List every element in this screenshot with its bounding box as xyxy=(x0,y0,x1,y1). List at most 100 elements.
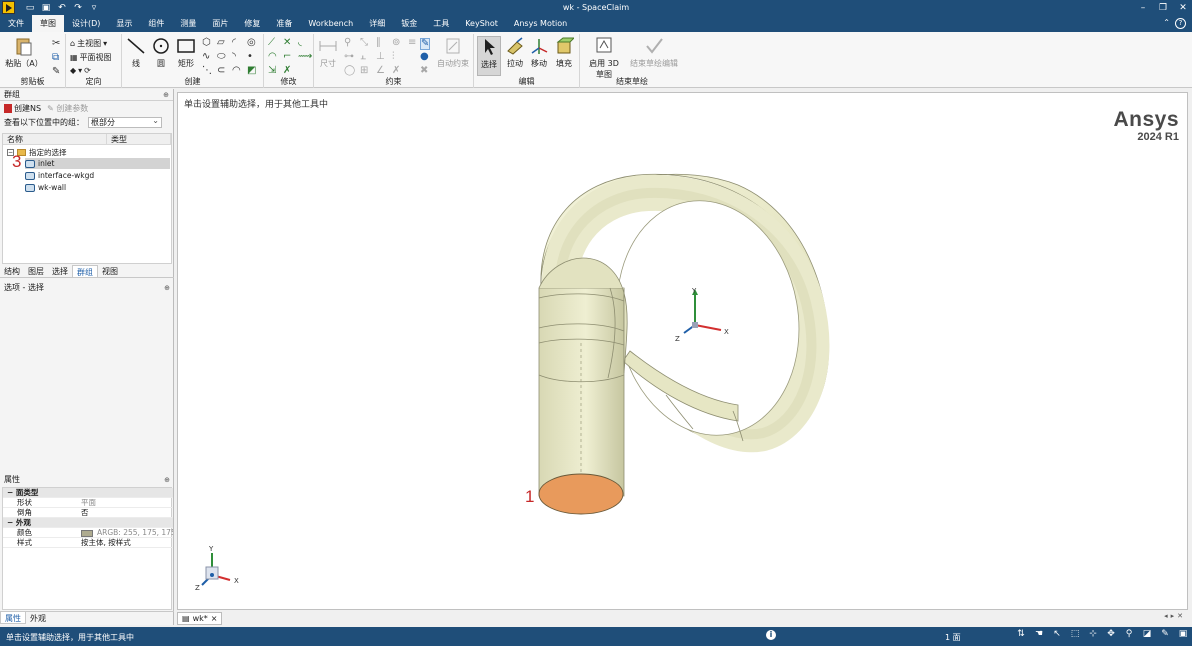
menu-tab-sheetmetal[interactable]: 钣金 xyxy=(393,15,425,32)
menu-tab-workbench[interactable]: Workbench xyxy=(300,15,361,32)
app-logo-icon[interactable] xyxy=(2,1,15,14)
perpendicular-icon[interactable]: ⊥ xyxy=(376,52,385,62)
tab-selection[interactable]: 选择 xyxy=(48,265,72,277)
prop-row-color[interactable]: 颜色 ARGB: 255, 175, 175, 143 xyxy=(3,528,173,538)
pin-icon[interactable]: ⊕ xyxy=(164,474,170,486)
menu-tab-detail[interactable]: 详细 xyxy=(361,15,393,32)
menu-tab-sketch[interactable]: 草图 xyxy=(32,15,64,32)
auto-constraint-button[interactable]: 自动约束 xyxy=(436,36,470,69)
help-icon[interactable]: ? xyxy=(1175,18,1186,29)
tree-root-named-selections[interactable]: − 指定的选择 xyxy=(7,147,171,158)
three-point-rect-icon[interactable]: ▱ xyxy=(217,38,225,48)
split-curve-icon[interactable]: ✕ xyxy=(283,38,291,48)
prop-category-appearance[interactable]: − 外观 xyxy=(3,518,173,528)
copy-icon[interactable]: ⧉ xyxy=(52,53,59,63)
corner-icon[interactable]: ⌐ xyxy=(283,52,291,62)
point-icon[interactable]: • xyxy=(247,52,253,62)
concentric-icon[interactable]: ⊚ xyxy=(392,38,400,48)
tab-structure[interactable]: 结构 xyxy=(0,265,24,277)
menu-tab-keyshot[interactable]: KeyShot xyxy=(457,15,506,32)
display-icon[interactable]: ▣ xyxy=(1178,629,1188,639)
close-icon[interactable]: ✕ xyxy=(1178,3,1188,13)
face-curve-icon[interactable]: ◩ xyxy=(247,66,256,76)
arc-icon[interactable]: ◜ xyxy=(232,38,236,48)
sketch-plane-icon[interactable]: ◪ xyxy=(1142,629,1152,639)
angle-icon[interactable]: ∠ xyxy=(376,66,385,76)
prop-row-style[interactable]: 样式 按主体, 按样式 xyxy=(3,538,173,548)
remove-constraints-icon[interactable]: ✖ xyxy=(420,66,428,76)
col-type-header[interactable]: 类型 xyxy=(107,134,171,144)
select-mode-icon[interactable]: ↖ xyxy=(1052,629,1062,639)
tree-item-inlet[interactable]: inlet xyxy=(25,158,170,169)
parallel-icon[interactable]: ∥ xyxy=(376,38,381,48)
menu-tab-assembly[interactable]: 组件 xyxy=(140,15,172,32)
extend-icon[interactable]: ⟿ xyxy=(298,52,312,62)
tangent-icon[interactable]: ◯ xyxy=(344,66,355,76)
tab-properties[interactable]: 属性 xyxy=(0,612,26,624)
menu-tab-ansys-motion[interactable]: Ansys Motion xyxy=(506,15,575,32)
status-ok-icon[interactable]: ● xyxy=(420,52,429,62)
pin-icon[interactable]: ⊕ xyxy=(163,89,169,101)
open-icon[interactable]: ▭ xyxy=(25,3,35,13)
restore-icon[interactable]: ❐ xyxy=(1158,3,1168,13)
pan-icon[interactable]: ☚ xyxy=(1034,629,1044,639)
volute-body[interactable] xyxy=(538,173,830,497)
inlet-face-selected[interactable] xyxy=(538,473,624,515)
move-view-icon[interactable]: ✥ xyxy=(1106,629,1116,639)
create-ns-button[interactable]: 创建NS xyxy=(4,103,41,114)
prop-category-face-type[interactable]: − 面类型 xyxy=(3,488,173,498)
horizontal-icon[interactable]: ⊶ xyxy=(344,52,354,62)
save-icon[interactable]: ▣ xyxy=(41,3,51,13)
tab-appearance[interactable]: 外观 xyxy=(26,612,50,624)
cut-icon[interactable]: ✂ xyxy=(52,39,60,49)
tree-item-interface-wkgd[interactable]: interface-wkgd xyxy=(25,170,170,181)
enable-3d-sketch-button[interactable]: 启用 3D 草图 xyxy=(584,36,624,80)
project-icon[interactable]: ⇲ xyxy=(268,66,276,76)
undo-icon[interactable]: ↶ xyxy=(57,3,67,13)
menu-tab-prepare[interactable]: 准备 xyxy=(268,15,300,32)
info-icon[interactable]: i xyxy=(766,630,776,640)
tab-views[interactable]: 视图 xyxy=(98,265,122,277)
move-tool-button[interactable]: 移动 xyxy=(528,36,550,69)
render-mode-icon[interactable]: ✎ xyxy=(1160,629,1170,639)
design-viewport[interactable]: 单击设置辅助选择，用于其他工具中 Ansys 2024 R1 Y X Z Y X… xyxy=(177,92,1188,610)
bend-icon[interactable]: ✗ xyxy=(283,66,291,76)
main-view-button[interactable]: ⌂ 主视图 ▾ xyxy=(70,38,107,49)
midpoint-icon[interactable]: ⫠ xyxy=(360,52,366,62)
menu-tab-display[interactable]: 显示 xyxy=(108,15,140,32)
menu-tab-measure[interactable]: 测量 xyxy=(172,15,204,32)
color-swatch[interactable] xyxy=(81,529,93,537)
tangent-circle-icon[interactable]: ◎ xyxy=(247,38,256,48)
menu-tab-tools[interactable]: 工具 xyxy=(425,15,457,32)
menu-tab-repair[interactable]: 修复 xyxy=(236,15,268,32)
tab-groups[interactable]: 群组 xyxy=(72,265,98,277)
menu-tab-facets[interactable]: 面片 xyxy=(204,15,236,32)
construction-line-icon[interactable]: ⋱ xyxy=(202,66,212,76)
box-select-icon[interactable]: ⬚ xyxy=(1070,629,1080,639)
minimize-icon[interactable]: – xyxy=(1138,3,1148,13)
finish-edit-button[interactable]: 结束草绘编辑 xyxy=(628,36,680,69)
offset-icon[interactable]: ◠ xyxy=(268,52,277,62)
col-name-header[interactable]: 名称 xyxy=(3,134,107,144)
circle-tool-button[interactable]: 圆 xyxy=(150,36,172,69)
tab-layers[interactable]: 图层 xyxy=(24,265,48,277)
line-tool-button[interactable]: 线 xyxy=(124,36,148,69)
ellipse-icon[interactable]: ⬭ xyxy=(217,52,226,62)
show-constraints-icon[interactable]: ✎ xyxy=(420,38,431,50)
rectangle-tool-button[interactable]: 矩形 xyxy=(174,36,198,69)
plane-icon[interactable]: ⊹ xyxy=(1088,629,1098,639)
select-tool-button[interactable]: 选择 xyxy=(477,36,501,76)
redo-icon[interactable]: ↷ xyxy=(73,3,83,13)
pin-icon[interactable]: ⊕ xyxy=(164,282,170,294)
trim-icon[interactable]: ⟋ xyxy=(268,38,275,48)
fix-constraint-icon[interactable]: ⚲ xyxy=(344,38,351,48)
coincident-icon[interactable]: ⤡ xyxy=(360,38,368,48)
spline-icon[interactable]: ∿ xyxy=(202,52,210,62)
sweep-arc-icon[interactable]: ◝ xyxy=(232,52,236,62)
tree-item-wk-wall[interactable]: wk-wall xyxy=(25,182,170,193)
polygon-icon[interactable]: ⬡ xyxy=(202,38,211,48)
group-location-dropdown[interactable]: 根部分 xyxy=(88,116,162,128)
doc-tab-wk[interactable]: ▤ wk* × xyxy=(177,611,223,625)
customize-icon[interactable]: ▿ xyxy=(89,3,99,13)
create-param-button[interactable]: ✎ 创建参数 xyxy=(47,103,88,114)
